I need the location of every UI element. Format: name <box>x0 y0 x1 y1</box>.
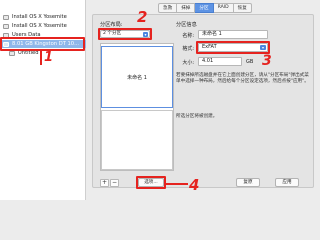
tab-first-aid[interactable]: 急救 <box>158 3 178 13</box>
annotation-number-1: 1 <box>44 50 54 65</box>
revert-button[interactable]: 复原 <box>236 178 260 187</box>
remove-partition-button[interactable]: − <box>110 179 119 187</box>
partition-description: 若要抹掉所选磁盘并在它上面创建分区，请从"分区布局"弹出式菜单中选择一种布局，然… <box>176 73 309 85</box>
partition-block-1[interactable]: 未命名 1 <box>101 46 173 108</box>
sidebar-item-label: Install OS X Yosemite <box>12 14 67 20</box>
annotation-box-layout-select <box>98 28 152 40</box>
annotation-line-4 <box>166 183 188 185</box>
format-label: 格式: <box>182 46 194 52</box>
partition-info-title: 分区信息 <box>176 22 197 28</box>
tab-restore[interactable]: 恢复 <box>233 3 252 13</box>
size-unit: GB <box>246 59 254 65</box>
partition-status-text: 所选分区将被创建。 <box>176 114 218 119</box>
partition-size-field[interactable]: 4.01 <box>198 57 242 66</box>
annotation-box-options <box>136 176 166 189</box>
tab-bar: 急救 抹掉 分区 RAID 恢复 <box>158 3 252 13</box>
sidebar-item-label: Install OS X Yosemite <box>12 23 67 29</box>
annotation-number-4: 4 <box>189 176 200 194</box>
sidebar-item-install-osx-2[interactable]: Install OS X Yosemite <box>3 22 67 30</box>
partition-layout-title: 分区布局: <box>100 22 123 28</box>
annotation-box-format <box>196 41 270 54</box>
add-partition-button[interactable]: + <box>100 179 109 187</box>
partition-block-label: 未命名 1 <box>127 74 147 81</box>
annotation-number-2: 2 <box>137 8 148 26</box>
disk-icon <box>9 50 15 56</box>
disk-sidebar: Install OS X Yosemite Install OS X Yosem… <box>0 0 86 200</box>
annotation-box-sidebar <box>0 37 85 51</box>
tab-raid[interactable]: RAID <box>213 3 234 13</box>
sidebar-item-install-osx-1[interactable]: Install OS X Yosemite <box>3 13 67 21</box>
disk-icon <box>3 14 9 20</box>
partition-name-field[interactable]: 未命名 1 <box>198 30 268 39</box>
annotation-number-3: 3 <box>262 53 272 69</box>
apply-button[interactable]: 应用 <box>275 178 299 187</box>
tab-partition[interactable]: 分区 <box>195 3 214 13</box>
partition-block-2[interactable] <box>101 110 173 170</box>
name-label: 名称: <box>182 33 194 39</box>
partition-diagram: 未命名 1 <box>100 43 174 171</box>
size-label: 大小: <box>182 60 194 66</box>
disk-icon <box>3 23 9 29</box>
annotation-line-1 <box>40 51 42 65</box>
tab-erase[interactable]: 抹掉 <box>177 3 196 13</box>
